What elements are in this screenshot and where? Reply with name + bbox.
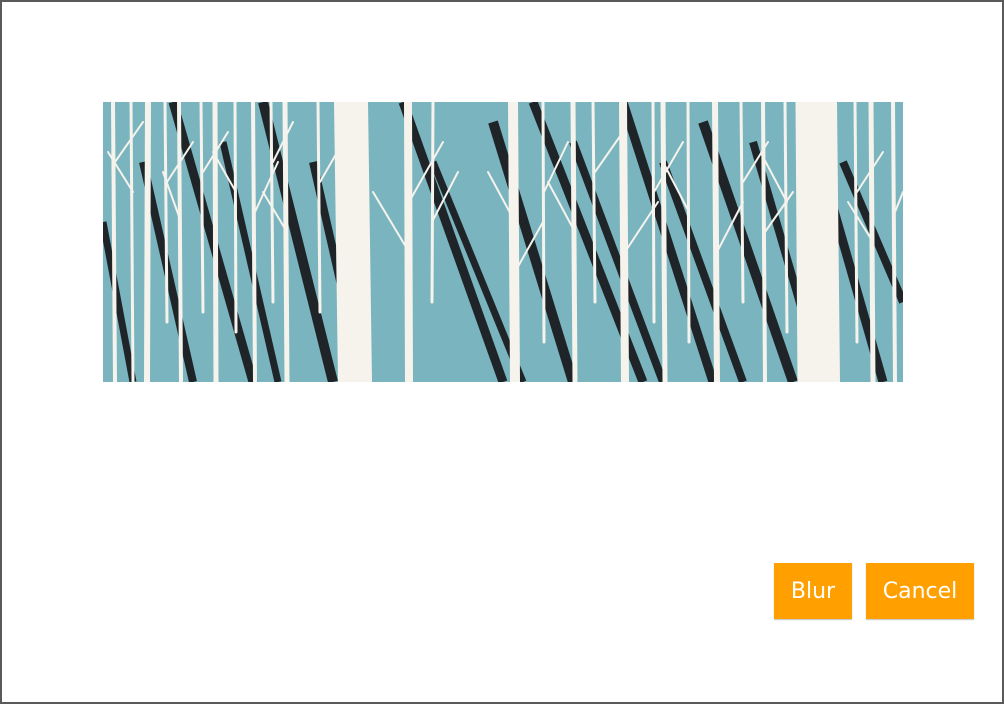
tree-trunk [853,102,859,344]
tree-trunk [712,102,720,382]
tree-trunk [799,102,840,382]
tree-trunk [783,102,789,334]
forest-illustration-icon [103,102,903,382]
tree-trunk [404,102,413,382]
tree-trunk [199,102,205,314]
tree-trunk [570,102,578,382]
tree-trunk [163,102,169,324]
tree-trunk [269,102,275,304]
tree-trunk [282,102,290,382]
tree-trunk [212,102,219,382]
tree-trunk [686,102,691,344]
tree-trunk [430,102,435,304]
tree-trunk [129,102,135,382]
tree-trunk [660,102,668,382]
tree-trunk [619,102,629,382]
tree-trunk [316,102,322,314]
forest-image [103,102,903,382]
cancel-button[interactable]: Cancel [866,563,974,619]
tree-trunk [651,102,656,324]
tree-trunk [761,102,767,382]
tree-trunk [177,102,183,382]
dialog-frame: Blur Cancel [0,0,1004,704]
tree-trunk [508,102,520,382]
tree-trunk [111,102,117,382]
tree-trunk [144,102,151,382]
tree-trunk [334,102,372,382]
tree-trunk [591,102,597,304]
tree-trunk [891,102,897,382]
tree-trunk [251,102,257,382]
tree-trunk [233,102,238,334]
blur-button[interactable]: Blur [774,563,852,619]
